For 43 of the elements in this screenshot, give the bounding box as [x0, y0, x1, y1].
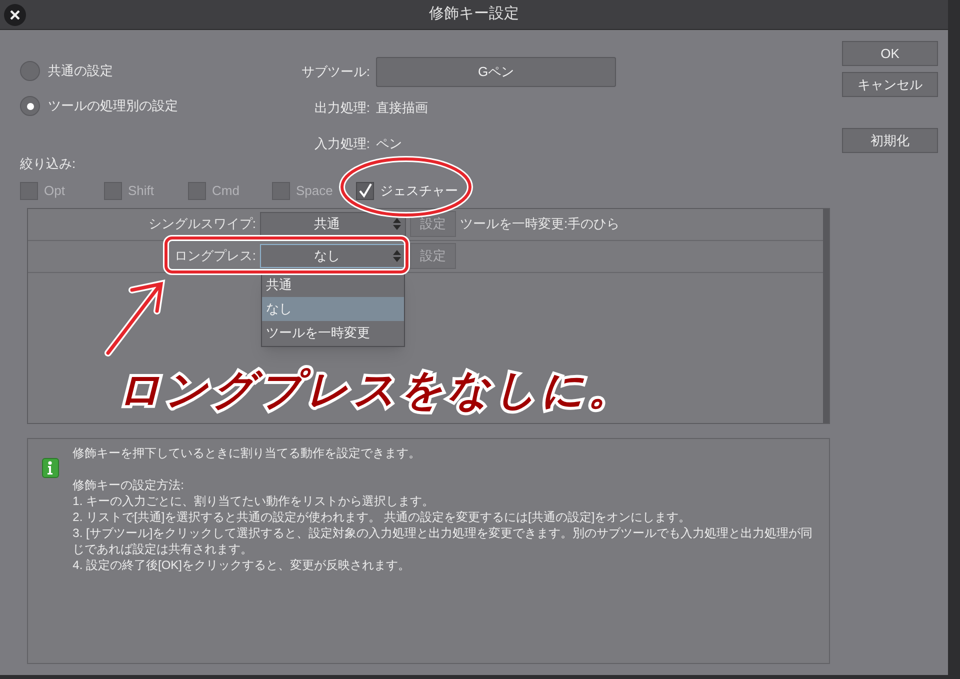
dialog-button[interactable]: キャンセル: [842, 72, 938, 97]
output-process-value: 直接描画: [376, 99, 429, 118]
checkbox-label: ジェスチャー: [380, 182, 458, 200]
select-field[interactable]: なし: [260, 244, 406, 268]
row-label: ロングプレス:: [173, 247, 257, 266]
checkbox[interactable]: [356, 182, 374, 200]
output-process-label: 出力処理:: [313, 99, 370, 118]
info-text: 2. リストで[共通]を選択すると共通の設定が使われます。 共通の設定を変更するには[共通の設定]をオンにします。: [72, 508, 692, 524]
info-text: 1. キーの入力ごとに、割り当てたい動作をリストから選択します。: [72, 492, 435, 508]
info-icon: [42, 458, 59, 478]
dropdown-option[interactable]: 共通: [262, 272, 404, 296]
checkbox-label: Opt: [44, 182, 65, 200]
input-process-label: 入力処理:: [313, 135, 370, 154]
input-process-value: ペン: [376, 135, 403, 154]
dialog-button[interactable]: 初期化: [842, 128, 938, 153]
info-text: 修飾キーを押下しているときに割り当てる動作を設定できます。: [72, 444, 422, 460]
checkbox-label: Cmd: [212, 182, 240, 200]
scrollbar[interactable]: [823, 208, 829, 422]
radio-button[interactable]: [20, 61, 40, 81]
radio-label: 共通の設定: [48, 62, 113, 80]
dropdown-option[interactable]: ツールを一時変更: [262, 320, 404, 344]
radio-button[interactable]: [20, 96, 40, 116]
updown-icon: [393, 218, 401, 230]
row-label: シングルスワイプ:: [147, 215, 257, 234]
checkbox-label: Space: [296, 182, 333, 200]
subtool-button[interactable]: Gペン: [376, 57, 616, 87]
close-icon: [10, 10, 20, 20]
updown-icon: [393, 250, 401, 262]
filter-label: 絞り込み:: [20, 155, 77, 173]
dialog-button[interactable]: OK: [842, 41, 938, 66]
dropdown-option[interactable]: なし: [262, 296, 404, 320]
check-icon: [357, 182, 373, 198]
select-field[interactable]: 共通: [260, 212, 406, 236]
handwritten-note: ロングプレスをなしに。: [118, 364, 634, 416]
close-button[interactable]: [4, 4, 26, 26]
info-text: 3. [サブツール]をクリックして選択すると、設定対象の入力処理と出力処理を変更できます。別のサブツールでも入力処理と出力処理が同じであれば設定は共有されます。: [72, 524, 814, 556]
row-description: ツールを一時変更:手のひら: [460, 215, 620, 234]
window-title: 修飾キー設定: [429, 4, 519, 24]
info-text: 4. 設定の終了後[OK]をクリックすると、変更が反映されます。: [72, 556, 411, 572]
checkbox-label: Shift: [128, 182, 154, 200]
radio-label: ツールの処理別の設定: [48, 97, 178, 116]
info-text: 修飾キーの設定方法:: [72, 476, 185, 492]
subtool-label: サブツール:: [300, 63, 370, 82]
